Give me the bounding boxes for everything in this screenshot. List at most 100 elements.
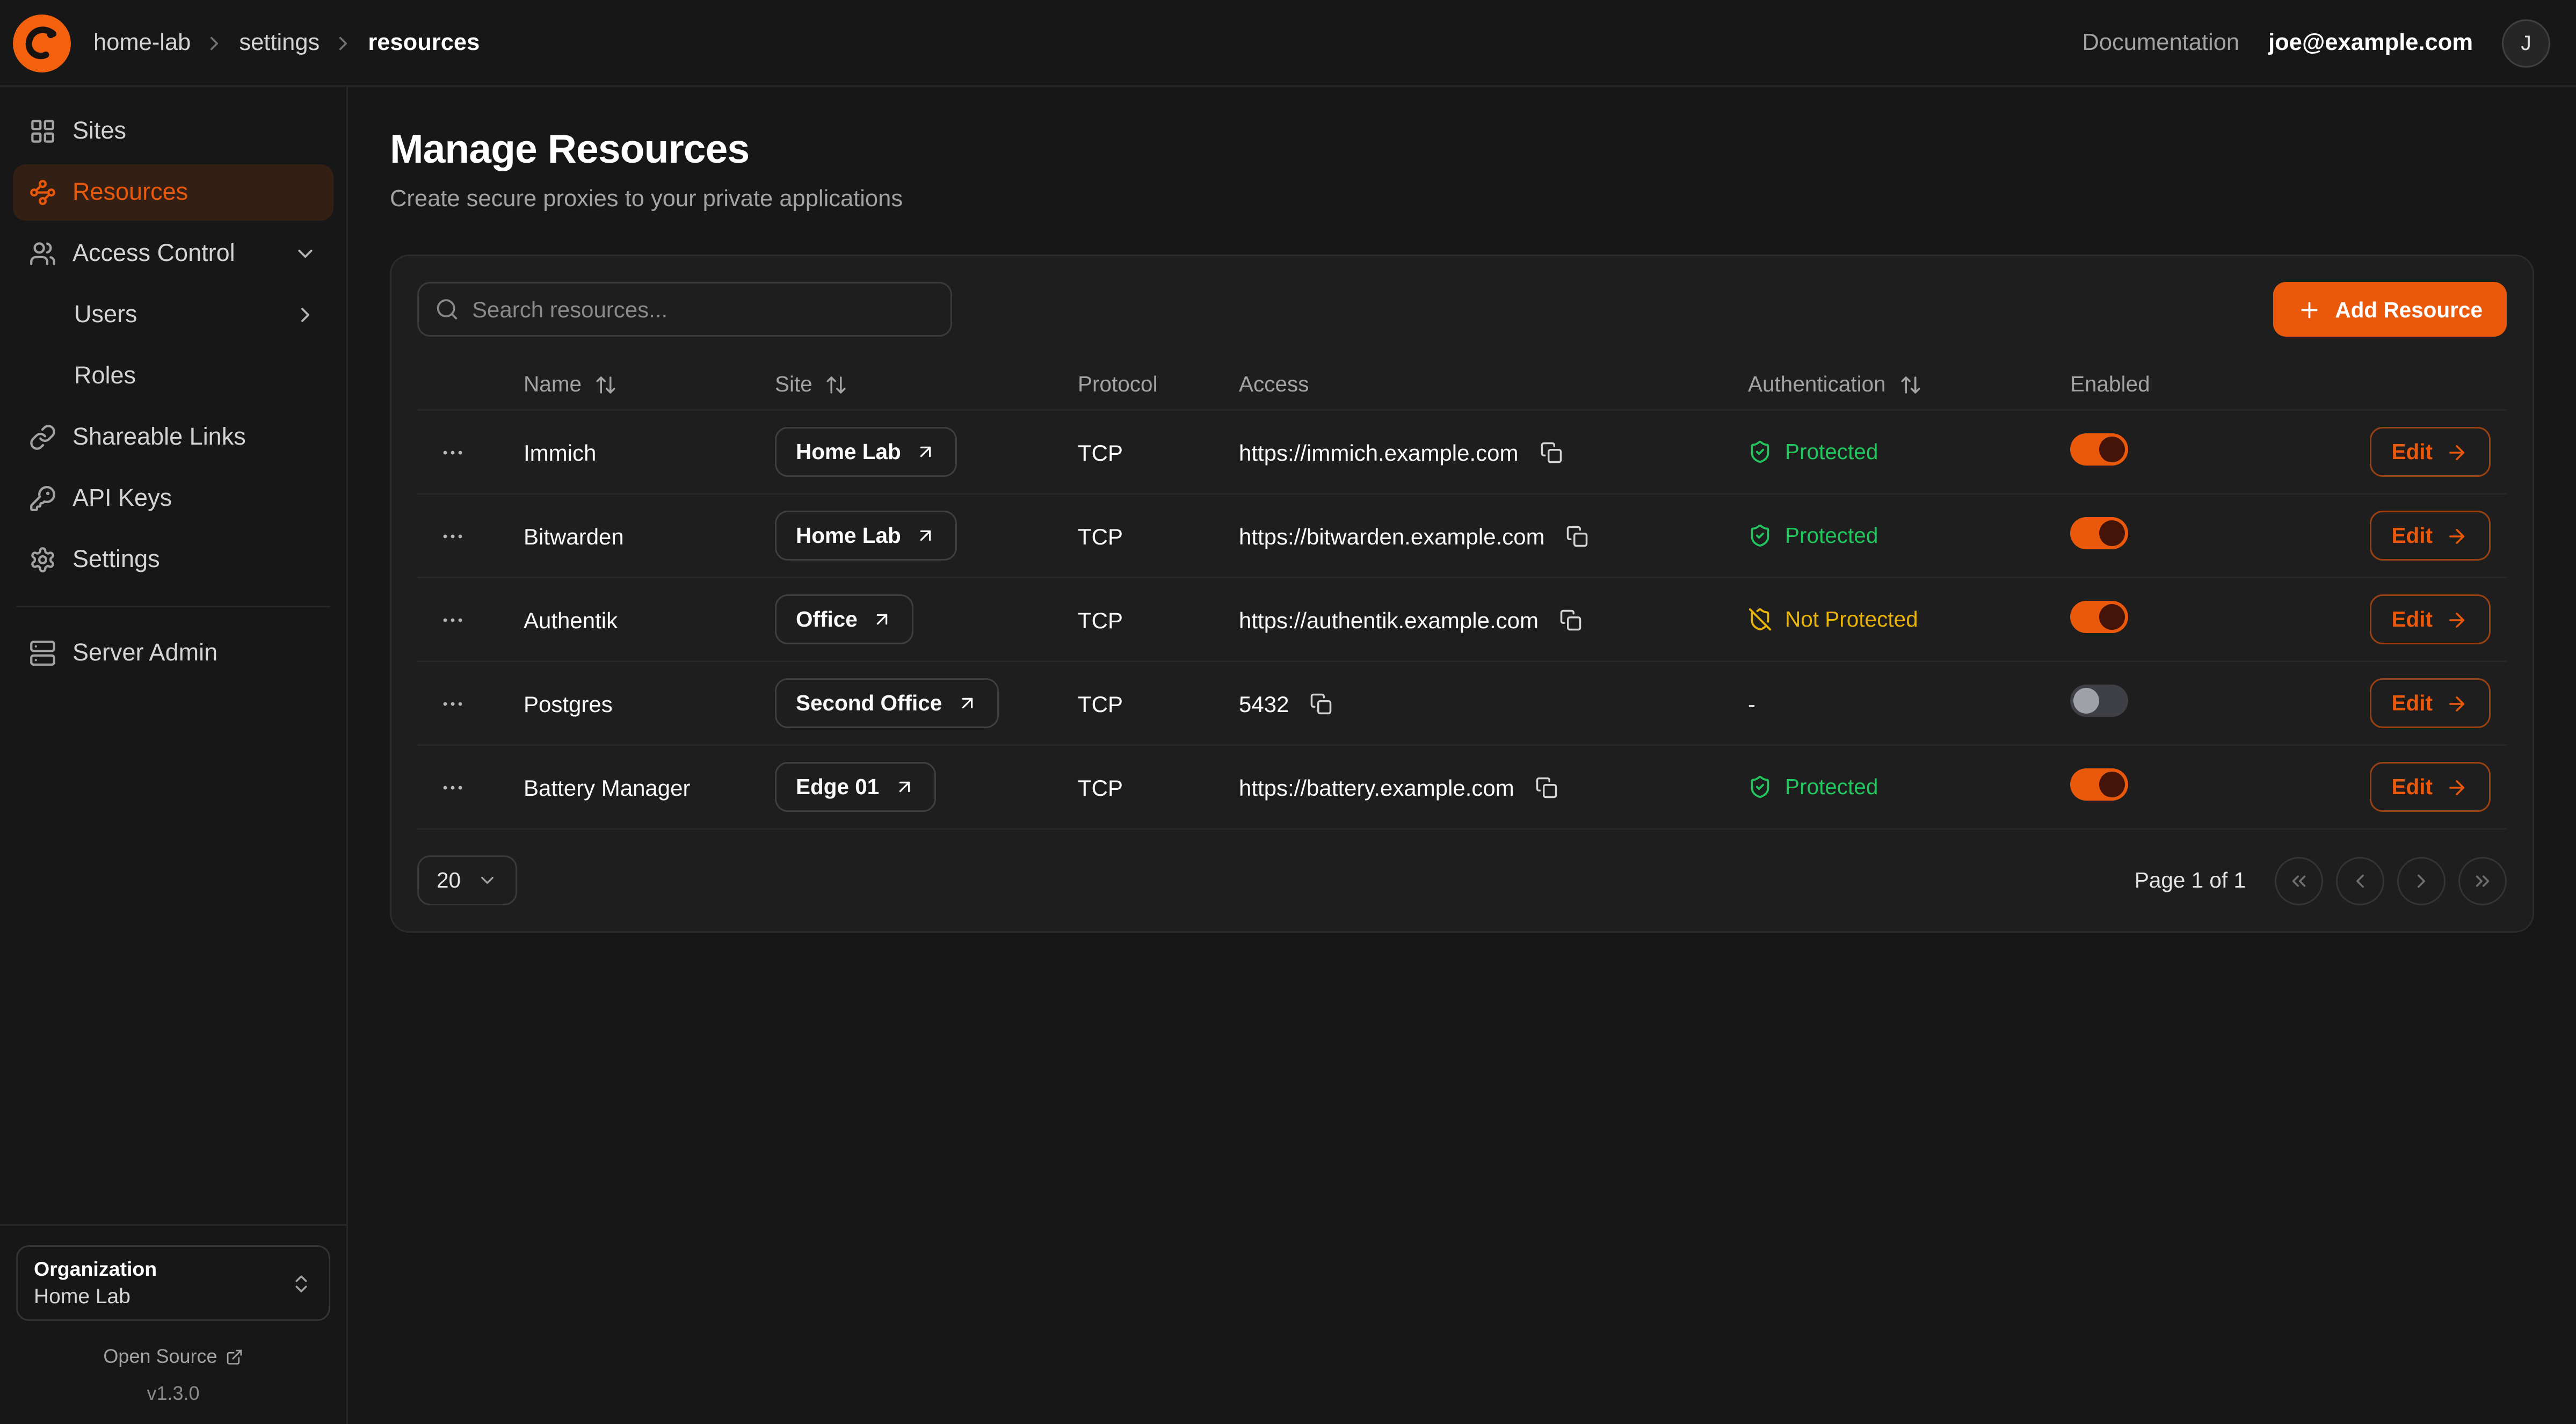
copy-icon xyxy=(1566,525,1588,547)
arrow-right-icon xyxy=(2446,525,2468,547)
shield-check-icon xyxy=(1748,775,1772,799)
edit-button[interactable]: Edit xyxy=(2369,762,2491,812)
shield-check-icon xyxy=(1748,524,1772,548)
key-icon xyxy=(29,485,56,512)
enabled-toggle[interactable] xyxy=(2070,768,2128,801)
sort-icon xyxy=(594,373,617,396)
breadcrumb-current[interactable]: resources xyxy=(368,30,480,56)
enabled-toggle[interactable] xyxy=(2070,517,2128,549)
sidebar-item-sites[interactable]: Sites xyxy=(13,103,333,159)
next-page-button[interactable] xyxy=(2397,856,2446,905)
resource-access: https://immich.example.com xyxy=(1239,439,1519,465)
column-header-menu xyxy=(417,359,507,410)
edit-button[interactable]: Edit xyxy=(2369,427,2491,477)
sidebar-item-label: Roles xyxy=(74,362,136,390)
resource-protocol: TCP xyxy=(1078,439,1123,465)
site-link-button[interactable]: Second Office xyxy=(775,678,998,728)
plus-icon xyxy=(2298,297,2322,322)
sidebar-item-settings[interactable]: Settings xyxy=(13,532,333,588)
copy-button[interactable] xyxy=(1563,521,1592,550)
sidebar-item-label: Sites xyxy=(72,118,126,145)
row-menu-button[interactable] xyxy=(433,433,472,471)
resource-name: Bitwarden xyxy=(524,523,624,549)
site-link-button[interactable]: Office xyxy=(775,594,914,644)
sidebar-item-shareable-links[interactable]: Shareable Links xyxy=(13,409,333,466)
breadcrumb: home-lab settings resources xyxy=(93,30,480,56)
row-menu-button[interactable] xyxy=(433,684,472,723)
add-resource-button[interactable]: Add Resource xyxy=(2274,282,2507,337)
page-size-value: 20 xyxy=(437,868,461,892)
sort-name-button[interactable]: Name xyxy=(524,372,617,396)
site-link-button[interactable]: Home Lab xyxy=(775,427,957,477)
enabled-toggle[interactable] xyxy=(2070,433,2128,466)
sidebar-item-server-admin[interactable]: Server Admin xyxy=(13,625,333,681)
avatar[interactable]: J xyxy=(2502,19,2550,67)
app-version: v1.3.0 xyxy=(16,1382,330,1405)
chevron-right-icon xyxy=(332,32,355,54)
previous-page-button[interactable] xyxy=(2336,856,2384,905)
user-email[interactable]: joe@example.com xyxy=(2268,30,2473,56)
first-page-button[interactable] xyxy=(2275,856,2323,905)
edit-button[interactable]: Edit xyxy=(2369,678,2491,728)
search-wrap xyxy=(417,282,952,337)
page-size-select[interactable]: 20 xyxy=(417,855,517,905)
copy-button[interactable] xyxy=(1536,438,1565,467)
auth-status: Protected xyxy=(1748,440,2038,464)
column-header-authentication: Authentication xyxy=(1732,359,2054,410)
page-info: Page 1 of 1 xyxy=(2135,868,2246,892)
copy-button[interactable] xyxy=(1532,773,1561,802)
enabled-toggle[interactable] xyxy=(2070,601,2128,633)
sort-authentication-button[interactable]: Authentication xyxy=(1748,372,1921,396)
avatar-initial: J xyxy=(2521,31,2531,55)
organization-picker[interactable]: Organization Home Lab xyxy=(16,1245,330,1321)
app-logo[interactable] xyxy=(13,14,71,72)
ellipsis-icon xyxy=(440,439,466,465)
arrow-up-right-icon xyxy=(956,693,977,714)
chevron-right-icon xyxy=(293,303,317,327)
sidebar-item-label: Resources xyxy=(72,179,188,206)
enabled-toggle[interactable] xyxy=(2070,685,2128,717)
sort-icon xyxy=(825,373,848,396)
sidebar-item-label: Shareable Links xyxy=(72,424,246,451)
ellipsis-icon xyxy=(440,607,466,633)
auth-status: Protected xyxy=(1748,524,2038,548)
copy-button[interactable] xyxy=(1556,605,1585,634)
arrow-right-icon xyxy=(2446,776,2468,798)
documentation-link[interactable]: Documentation xyxy=(2082,30,2240,56)
toggle-knob xyxy=(2073,688,2099,714)
sidebar-item-api-keys[interactable]: API Keys xyxy=(13,470,333,527)
resource-access: https://battery.example.com xyxy=(1239,774,1514,800)
arrow-up-right-icon xyxy=(916,441,937,462)
sidebar-item-resources[interactable]: Resources xyxy=(13,164,333,221)
row-menu-button[interactable] xyxy=(433,768,472,807)
row-menu-button[interactable] xyxy=(433,517,472,555)
resources-card: Add Resource Name xyxy=(390,255,2534,933)
sort-site-button[interactable]: Site xyxy=(775,372,848,396)
chevron-left-icon xyxy=(2349,869,2371,892)
breadcrumb-settings[interactable]: settings xyxy=(239,30,320,56)
column-header-edit xyxy=(2273,359,2507,410)
last-page-button[interactable] xyxy=(2458,856,2507,905)
site-link-button[interactable]: Home Lab xyxy=(775,511,957,561)
edit-button[interactable]: Edit xyxy=(2369,511,2491,561)
copy-button[interactable] xyxy=(1307,689,1336,718)
auth-status: - xyxy=(1748,691,2038,716)
chevrons-right-icon xyxy=(2471,869,2494,892)
sidebar-item-label: API Keys xyxy=(72,485,172,512)
open-source-link[interactable]: Open Source xyxy=(16,1345,330,1368)
sidebar-item-users[interactable]: Users xyxy=(13,287,333,343)
auth-status: Protected xyxy=(1748,775,2038,799)
sidebar-item-access-control[interactable]: Access Control xyxy=(13,226,333,282)
row-menu-button[interactable] xyxy=(433,600,472,639)
edit-button[interactable]: Edit xyxy=(2369,594,2491,644)
auth-status-label: Not Protected xyxy=(1785,607,1918,631)
copy-icon xyxy=(1540,441,1562,463)
sidebar-item-label: Access Control xyxy=(72,240,235,267)
sidebar-nav: Sites Resources Access Control Users Rol… xyxy=(13,103,333,681)
breadcrumb-org[interactable]: home-lab xyxy=(93,30,191,56)
sidebar-item-roles[interactable]: Roles xyxy=(13,348,333,404)
sidebar-item-label: Settings xyxy=(72,546,160,573)
site-link-button[interactable]: Edge 01 xyxy=(775,762,935,812)
toggle-knob xyxy=(2099,437,2125,462)
search-input[interactable] xyxy=(417,282,952,337)
